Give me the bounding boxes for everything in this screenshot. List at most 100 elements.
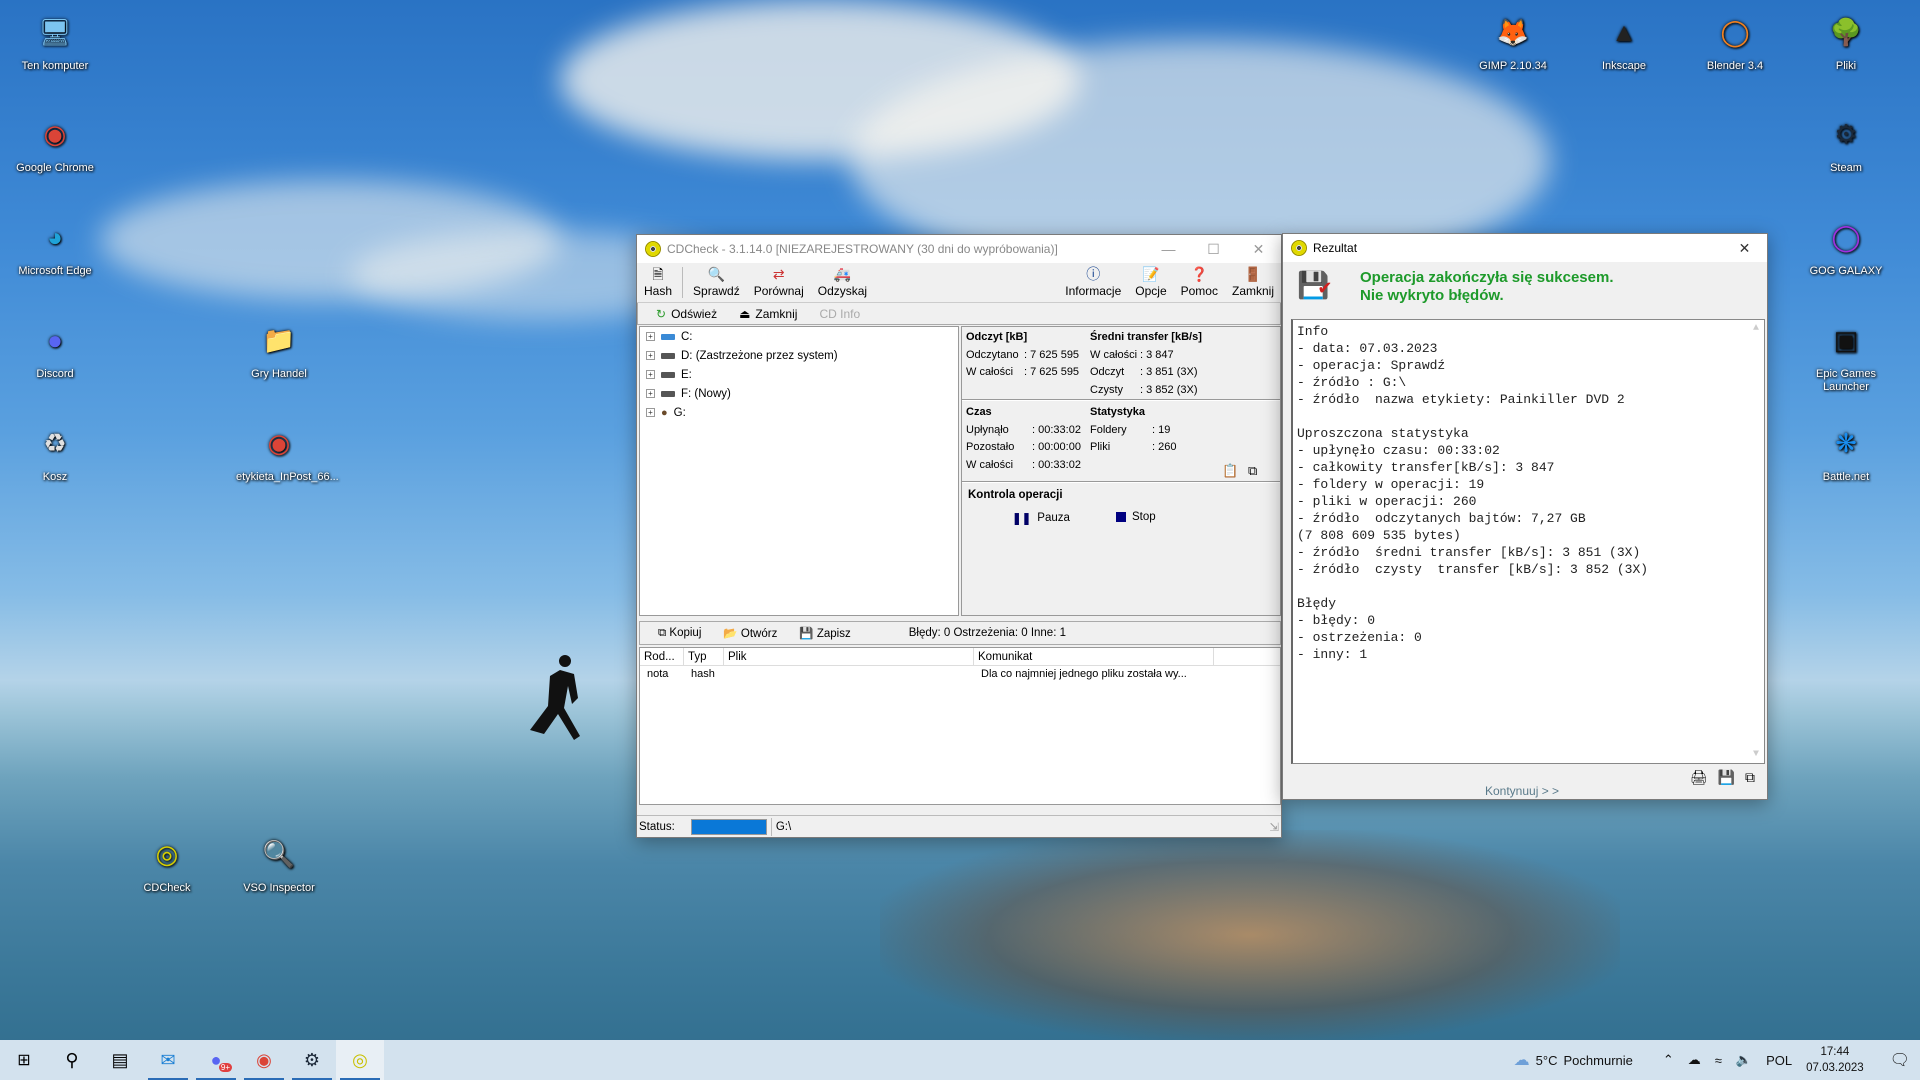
options-button[interactable]: 📝 Opcje: [1128, 263, 1173, 302]
onedrive-icon[interactable]: ☁: [1688, 1052, 1701, 1068]
compare-button[interactable]: ⇄ Porównaj: [747, 263, 811, 302]
log-row[interactable]: nota hash Dla co najmniej jednego pliku …: [640, 666, 1280, 682]
check-button[interactable]: 🔍 Sprawdź: [686, 263, 747, 302]
steam-icon: ⚙: [1834, 118, 1858, 149]
help-button[interactable]: ❓ Pomoc: [1174, 263, 1225, 302]
expand-icon[interactable]: +: [646, 389, 655, 398]
desktop-icon-blender-3-4[interactable]: ◯ Blender 3.4: [1692, 8, 1778, 73]
col-message[interactable]: Komunikat: [974, 648, 1214, 665]
desktop-icon-microsoft-edge[interactable]: ◕ Microsoft Edge: [12, 213, 98, 278]
language-indicator[interactable]: POL: [1766, 1053, 1792, 1068]
cdcheck-icon: ◎: [352, 1049, 368, 1070]
taskbar-steam[interactable]: ⚙: [288, 1040, 336, 1080]
tray-overflow-icon[interactable]: ⌃: [1663, 1052, 1674, 1068]
desktop-icon-battle-net[interactable]: ❋ Battle.net: [1803, 419, 1889, 484]
task-view-button[interactable]: ▤: [96, 1040, 144, 1080]
folder-open-icon: 📂: [723, 628, 738, 640]
save-log-button[interactable]: 💾 Zapisz: [799, 626, 850, 640]
task-view-icon: ▤: [111, 1049, 129, 1070]
cd-info-button[interactable]: CD Info: [819, 307, 860, 321]
desktop-icon-kosz[interactable]: ♻ Kosz: [12, 419, 98, 484]
taskbar-mail[interactable]: ✉: [144, 1040, 192, 1080]
desktop-icon-inkscape[interactable]: ▲ Inkscape: [1581, 8, 1667, 73]
clock[interactable]: 17:44 07.03.2023: [1806, 1044, 1864, 1076]
log-list: Rod... Typ Plik Komunikat nota hash Dla …: [639, 647, 1281, 805]
close-button[interactable]: ✕: [1236, 241, 1281, 258]
col-file[interactable]: Plik: [724, 648, 974, 665]
cdcheck-app-icon: [645, 241, 661, 257]
resize-grip[interactable]: ⇲: [1269, 820, 1281, 834]
edge-icon: ◕: [47, 221, 63, 252]
progress-bar: [690, 818, 767, 835]
refresh-button[interactable]: ↻ Odśwież: [656, 307, 717, 321]
stop-button[interactable]: Stop: [1116, 511, 1156, 523]
expand-icon[interactable]: +: [646, 370, 655, 379]
start-button[interactable]: ⊞: [0, 1040, 48, 1080]
desktop-icon-google-chrome[interactable]: ◉ Google Chrome: [12, 110, 98, 175]
compare-icon: ⇄: [772, 266, 785, 282]
maximize-button[interactable]: ☐: [1191, 241, 1236, 258]
status-path: G:\: [770, 817, 1270, 836]
wifi-icon[interactable]: ≈: [1715, 1053, 1722, 1068]
info-button[interactable]: ⓘ Informacje: [1058, 263, 1128, 302]
desktop-icon-steam[interactable]: ⚙ Steam: [1803, 110, 1889, 175]
log-list-header: Rod... Typ Plik Komunikat: [640, 648, 1280, 666]
pause-button[interactable]: ❚❚ Pauza: [1012, 511, 1070, 525]
eject-icon: ⏏: [739, 306, 751, 321]
taskbar: ⊞ ⚲ ▤ ✉ ● 9+ ◉ ⚙ ◎ ☁ 5°C Pochmurnie ⌃ ☁ ≈ 🔈…: [0, 1040, 1920, 1080]
operation-info-panel: Odczyt [kB] Odczytano: 7 625 595 W całości…: [961, 326, 1281, 616]
expand-icon[interactable]: +: [646, 351, 655, 360]
taskbar-discord[interactable]: ● 9+: [192, 1040, 240, 1080]
copy-icon[interactable]: ⧉: [1248, 463, 1257, 479]
minimize-button[interactable]: —: [1146, 241, 1191, 258]
result-dialog: Rezultat ✕ 💾✔ Operacja zakończyła się su…: [1282, 233, 1768, 800]
desktop-icon-gry-handel[interactable]: 📁 Gry Handel: [236, 316, 322, 381]
desktop-icon-gimp-2-10-34[interactable]: 🦊 GIMP 2.10.34: [1470, 8, 1556, 73]
hash-button[interactable]: 🗎 Hash: [637, 263, 679, 302]
result-close-button[interactable]: ✕: [1722, 240, 1767, 257]
drive-item[interactable]: + C:: [640, 327, 958, 346]
desktop-icon-discord[interactable]: ● Discord: [12, 316, 98, 381]
drive-item[interactable]: + ● G:: [640, 403, 958, 422]
save-icon[interactable]: 💾: [1718, 769, 1735, 786]
print-icon[interactable]: 🖨: [1690, 769, 1708, 786]
desktop-icon-epic-games-launcher[interactable]: ▣ Epic Games Launcher: [1803, 316, 1889, 394]
result-report-text[interactable]: Info - data: 07.03.2023 - operacja: Spra…: [1291, 319, 1765, 764]
drive-item[interactable]: + E:: [640, 365, 958, 384]
report-scrollbar[interactable]: ▲ ▼: [1748, 320, 1764, 763]
expand-icon[interactable]: +: [646, 408, 655, 417]
desktop-icon-ten-komputer[interactable]: 🖥 Ten komputer: [12, 8, 98, 73]
weather-widget[interactable]: ☁ 5°C Pochmurnie: [1514, 1050, 1633, 1070]
recover-button[interactable]: 🚑 Odzyskaj: [811, 263, 874, 302]
desktop-icon-cdcheck[interactable]: ◎ CDCheck: [124, 830, 210, 895]
discord-icon: ●: [47, 324, 63, 355]
desktop-icon-etykieta-inpost-66[interactable]: ◉ etykieta_InPost_66...: [236, 419, 339, 484]
wallpaper-reflection: [880, 830, 1620, 1040]
desktop-icon-gog-galaxy[interactable]: ◯ GOG GALAXY: [1803, 213, 1889, 278]
status-bar: Status: G:\ ⇲: [637, 815, 1281, 837]
taskbar-cdcheck[interactable]: ◎: [336, 1040, 384, 1080]
expand-icon[interactable]: +: [646, 332, 655, 341]
volume-icon[interactable]: 🔈: [1736, 1052, 1752, 1068]
desktop-icon-vso-inspector[interactable]: 🔍 VSO Inspector: [236, 830, 322, 895]
col-kind[interactable]: Rod...: [640, 648, 684, 665]
success-message: Operacja zakończyła się sukcesem.: [1360, 269, 1614, 286]
search-button[interactable]: ⚲: [48, 1040, 96, 1080]
drive-item[interactable]: + D: (Zastrzeżone przez system): [640, 346, 958, 365]
drive-item[interactable]: + F: (Nowy): [640, 384, 958, 403]
notifications-icon[interactable]: 🗨: [1890, 1050, 1910, 1070]
desktop-icon-pliki[interactable]: 🌳 Pliki: [1803, 8, 1889, 73]
drive-tree: + C: + D: (Zastrzeżone przez system) + E: + F: …: [639, 326, 959, 616]
copy-icon[interactable]: ⧉: [1745, 769, 1755, 786]
eject-button[interactable]: ⏏ Zamknij: [739, 307, 797, 321]
cdcheck-icon: ◎: [155, 838, 179, 869]
exit-button[interactable]: 🚪 Zamknij: [1225, 263, 1281, 302]
window-title: CDCheck - 3.1.14.0 [NIEZAREJESTROWANY (3…: [667, 242, 1058, 256]
copy-log-button[interactable]: ⧉ Kopiuj: [658, 627, 701, 640]
continue-button[interactable]: Kontynuuj > >: [1485, 784, 1559, 798]
stop-icon: [1116, 512, 1126, 522]
copy-report-icon[interactable]: 📋: [1222, 463, 1238, 479]
taskbar-chrome[interactable]: ◉: [240, 1040, 288, 1080]
col-type[interactable]: Typ: [684, 648, 724, 665]
open-log-button[interactable]: 📂 Otwórz: [723, 626, 777, 640]
